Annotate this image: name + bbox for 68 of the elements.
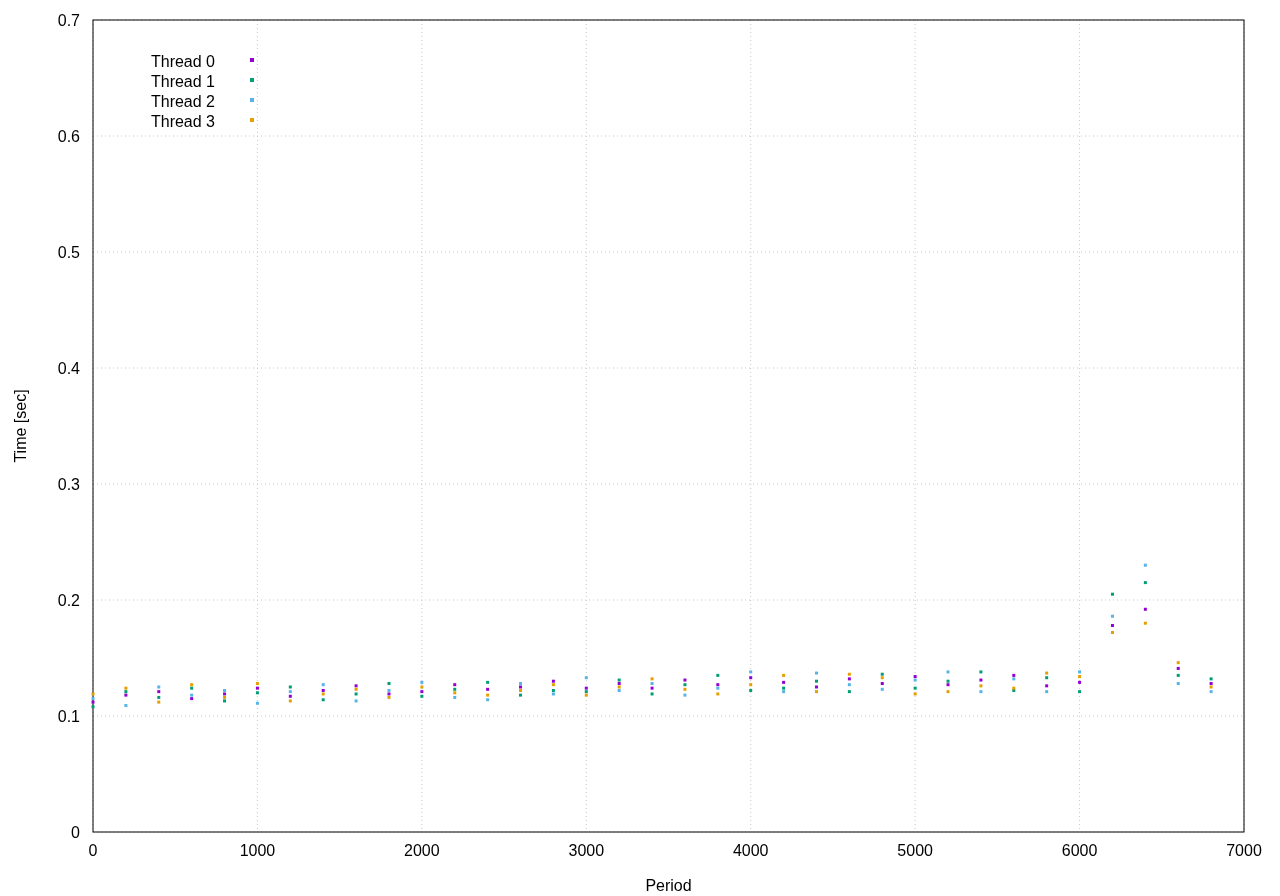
data-point bbox=[716, 673, 720, 677]
x-tick-label: 6000 bbox=[1061, 842, 1098, 859]
data-point bbox=[749, 683, 753, 687]
data-point bbox=[946, 670, 950, 674]
data-point bbox=[782, 680, 786, 684]
y-tick-label: 0.2 bbox=[57, 592, 80, 609]
data-point bbox=[321, 683, 325, 687]
data-point bbox=[1143, 621, 1147, 625]
data-point bbox=[1110, 592, 1114, 596]
x-tick-label: 0 bbox=[88, 842, 98, 859]
data-point bbox=[354, 699, 358, 703]
data-point bbox=[946, 690, 950, 694]
data-point bbox=[979, 678, 983, 682]
x-tick-label: 2000 bbox=[404, 842, 440, 859]
data-point bbox=[1176, 673, 1180, 677]
data-point bbox=[979, 670, 983, 674]
x-tick-label: 4000 bbox=[732, 842, 769, 859]
data-point bbox=[815, 671, 818, 675]
data-point bbox=[815, 679, 818, 683]
data-point bbox=[979, 684, 983, 688]
data-point bbox=[1143, 563, 1147, 567]
data-point bbox=[1143, 581, 1147, 585]
y-tick-label: 0.4 bbox=[57, 360, 80, 377]
data-point bbox=[749, 689, 753, 692]
data-point bbox=[486, 680, 490, 684]
data-point bbox=[1045, 684, 1049, 688]
data-point bbox=[1110, 624, 1114, 627]
x-tick-label: 1000 bbox=[239, 842, 276, 859]
data-point bbox=[1143, 607, 1147, 611]
data-point bbox=[913, 692, 917, 696]
y-tick-label: 0.1 bbox=[57, 708, 80, 725]
x-axis-title: Period bbox=[645, 877, 692, 894]
data-point bbox=[1176, 682, 1180, 685]
data-point bbox=[880, 682, 884, 685]
legend-label: Thread 3 bbox=[150, 113, 215, 130]
data-point bbox=[1045, 690, 1049, 694]
data-point bbox=[486, 687, 490, 691]
x-tick-label: 3000 bbox=[568, 842, 605, 859]
x-tick-label: 5000 bbox=[897, 842, 933, 859]
data-point bbox=[749, 676, 753, 680]
data-point bbox=[1110, 631, 1114, 634]
data-point bbox=[979, 690, 983, 694]
data-point bbox=[650, 692, 654, 696]
data-point bbox=[749, 670, 753, 674]
legend-label: Thread 1 bbox=[150, 73, 215, 90]
data-point bbox=[387, 682, 391, 685]
y-tick-label: 0.7 bbox=[57, 12, 80, 29]
x-tick-label: 7000 bbox=[1226, 842, 1262, 859]
data-point bbox=[716, 692, 720, 696]
legend-label: Thread 0 bbox=[150, 53, 215, 70]
data-point bbox=[584, 676, 588, 680]
data-point bbox=[683, 693, 687, 697]
data-point bbox=[124, 704, 128, 708]
y-tick-label: 0.3 bbox=[57, 476, 80, 493]
data-point bbox=[255, 701, 259, 705]
y-tick-label: 0.5 bbox=[57, 244, 80, 261]
data-point bbox=[1078, 690, 1082, 694]
data-point bbox=[1110, 614, 1114, 618]
data-point bbox=[913, 686, 917, 690]
y-tick-label: 0.6 bbox=[57, 128, 80, 145]
y-axis-title: Time [sec] bbox=[12, 389, 29, 463]
y-tick-label: 0 bbox=[71, 824, 80, 841]
data-point bbox=[880, 687, 884, 691]
data-point bbox=[782, 673, 786, 677]
legend-label: Thread 2 bbox=[150, 93, 215, 110]
data-point bbox=[321, 698, 325, 702]
data-point bbox=[847, 683, 851, 687]
data-point bbox=[847, 690, 851, 694]
